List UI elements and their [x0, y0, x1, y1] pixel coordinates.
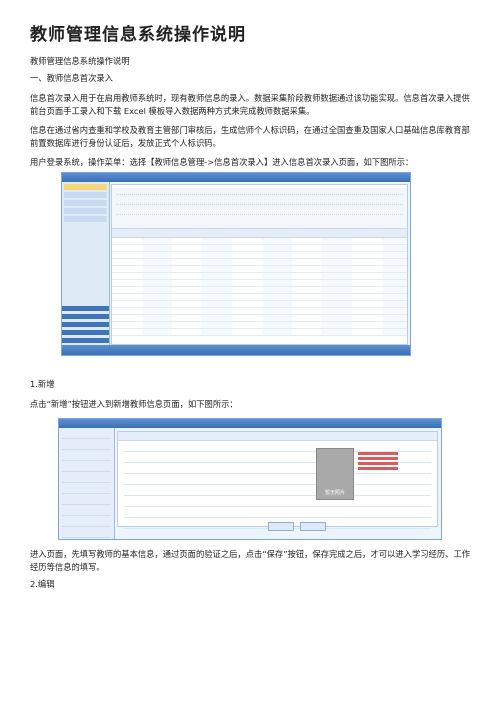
- screenshot-add-form: 暂无照片: [58, 418, 442, 540]
- document-page: 教师管理信息系统操作说明 教师管理信息系统操作说明 一、教师信息首次录入 信息首…: [0, 0, 504, 713]
- sidebar-item: [62, 495, 111, 505]
- table-row: [112, 273, 407, 280]
- form-buttons: [268, 516, 348, 531]
- note-line: [358, 467, 398, 470]
- menu-group-bar: [62, 330, 109, 335]
- sidebar-item: [62, 528, 111, 538]
- table-row: [112, 315, 407, 322]
- sidebar-item: [62, 484, 111, 494]
- main-panel: [111, 184, 408, 345]
- photo-label: 暂无照片: [324, 490, 345, 496]
- table-row: [112, 287, 407, 294]
- table-row: [112, 245, 407, 252]
- status-bar: [62, 345, 410, 355]
- after-add-paragraph: 进入页面，先填写教师的基本信息，通过页面的验证之后，点击“保存”按钮，保存完成之…: [30, 549, 471, 572]
- document-title: 教师管理信息系统操作说明: [30, 25, 246, 45]
- form-row: [116, 208, 403, 215]
- table-row: [112, 238, 407, 245]
- validation-note: [358, 450, 398, 480]
- subheading-edit: 2.编辑: [30, 579, 55, 589]
- form-row: [124, 485, 431, 496]
- menu-item: [64, 208, 107, 214]
- note-line: [358, 462, 398, 465]
- table-row: [112, 294, 407, 301]
- sidebar-item: [62, 517, 111, 527]
- photo-placeholder: 暂无照片: [316, 448, 354, 500]
- add-description: 点击“新增”按钮进入到新增教师信息页面，如下图所示：: [30, 399, 238, 409]
- form-header: [118, 432, 437, 441]
- sidebar-item: [62, 473, 111, 483]
- intro-paragraph-2: 信息在通过省内查重和学校及教育主管部门审核后，生成信师个人标识码，在通过全国查重…: [30, 125, 470, 148]
- subtitle: 教师管理信息系统操作说明: [30, 56, 130, 66]
- sidebar-menu: [62, 182, 110, 345]
- form-row: [124, 496, 431, 507]
- table-row: [112, 252, 407, 259]
- table-row: [112, 301, 407, 308]
- sidebar-item: [62, 451, 111, 461]
- subheading-add: 1.新增: [30, 379, 55, 389]
- note-line: [358, 452, 398, 455]
- table-row: [112, 329, 407, 336]
- note-line: [358, 457, 398, 460]
- form-sidebar: [59, 428, 115, 539]
- menu-item: [64, 216, 107, 222]
- search-form: [112, 188, 407, 229]
- form-row: [116, 188, 403, 195]
- menu-group-bar: [62, 314, 109, 319]
- sidebar-item: [62, 506, 111, 516]
- table-row: [112, 280, 407, 287]
- menu-item: [64, 200, 107, 206]
- sidebar-item: [62, 429, 111, 439]
- table-row: [112, 259, 407, 266]
- screenshot-list-page: [61, 172, 411, 356]
- menu-group-bar: [62, 306, 109, 311]
- section-heading-1: 一、教师信息首次录入: [30, 73, 113, 83]
- table-row: [112, 322, 407, 329]
- sidebar-item: [62, 440, 111, 450]
- form-panel: 暂无照片: [117, 431, 438, 531]
- table-row: [112, 308, 407, 315]
- sidebar-item: [62, 462, 111, 472]
- menu-group-bar: [62, 338, 109, 343]
- close-button: [300, 522, 326, 531]
- window-header: [62, 173, 410, 182]
- window-header: [59, 419, 441, 428]
- navigation-paragraph: 用户登录系统，操作菜单：选择【教师信息管理->信息首次录入】进入信息首次录入页面…: [30, 157, 414, 167]
- table-row: [112, 266, 407, 273]
- toolbar: [112, 229, 407, 238]
- menu-item: [64, 192, 107, 198]
- menu-item-selected: [64, 184, 107, 190]
- form-row: [116, 198, 403, 205]
- intro-paragraph-1: 信息首次录入用于在启用教师系统时，现有教师信息的录入。数据采集阶段教师数据通过该…: [30, 93, 470, 116]
- menu-group-bar: [62, 322, 109, 327]
- save-button: [268, 522, 294, 531]
